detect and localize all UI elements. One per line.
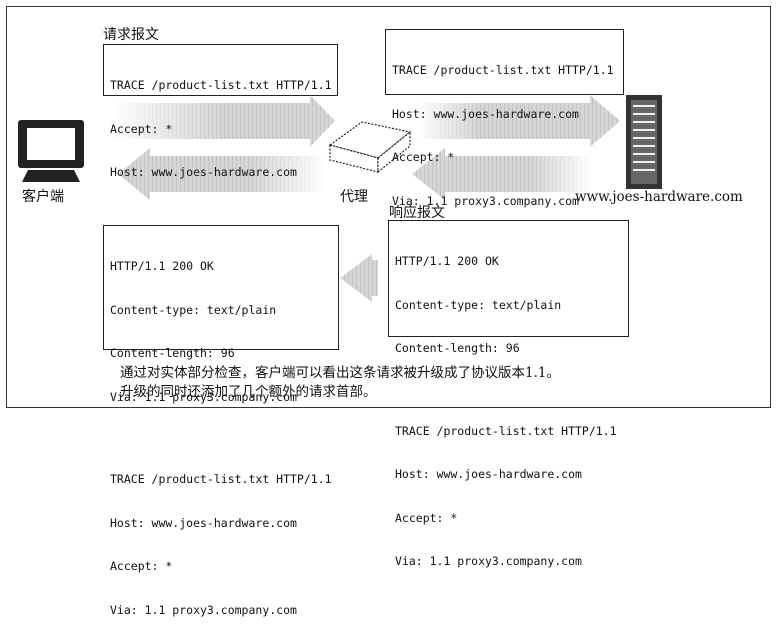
body-line: Host: www.joes-hardware.com <box>395 467 582 481</box>
header-line: Content-length: 96 <box>395 341 520 355</box>
request-line: TRACE /product-list.txt HTTP/1.1 <box>392 63 614 77</box>
body-line: TRACE /product-list.txt HTTP/1.1 <box>110 472 332 486</box>
body-line: Host: www.joes-hardware.com <box>110 515 297 530</box>
figure-caption: 通过对实体部分检查，客户端可以看出这条请求被升级成了协议版本1.1。 升级的同时… <box>120 364 560 402</box>
header-line: Host: www.joes-hardware.com <box>392 106 579 121</box>
body-line: Via: 1.1 proxy3.company.com <box>110 602 297 617</box>
server-response-box: HTTP/1.1 200 OK Content-type: text/plain… <box>388 220 629 568</box>
body-line: Accept: * <box>110 559 173 573</box>
header-line: Content-type: text/plain <box>110 302 277 317</box>
client-response-box: HTTP/1.1 200 OK Content-type: text/plain… <box>103 225 339 617</box>
response-arrow-lower <box>340 254 378 302</box>
header-line: Accept: * <box>392 150 455 164</box>
status-line: HTTP/1.1 200 OK <box>395 254 499 268</box>
server-icon <box>626 95 662 189</box>
body-line: Via: 1.1 proxy3.company.com <box>395 554 582 568</box>
client-label: 客户端 <box>22 189 64 205</box>
body-line: Accept: * <box>395 510 458 525</box>
proxy-request-box: TRACE /product-list.txt HTTP/1.1 Host: w… <box>385 29 624 208</box>
client-request-box: TRACE /product-list.txt HTTP/1.1 Accept:… <box>103 44 338 179</box>
status-line: HTTP/1.1 200 OK <box>110 259 214 273</box>
request-line: TRACE /product-list.txt HTTP/1.1 <box>110 78 332 92</box>
caption-line: 升级的同时还添加了几个额外的请求首部。 <box>120 384 377 400</box>
header-line: Content-type: text/plain <box>395 297 562 312</box>
request-label: 请求报文 <box>103 27 159 43</box>
proxy-label: 代理 <box>340 189 368 205</box>
header-line: Content-length: 96 <box>110 346 235 360</box>
header-line: Host: www.joes-hardware.com <box>110 165 297 179</box>
caption-line: 通过对实体部分检查，客户端可以看出这条请求被升级成了协议版本1.1。 <box>120 365 560 381</box>
header-line: Accept: * <box>110 121 173 136</box>
header-line: Via: 1.1 proxy3.company.com <box>392 193 579 208</box>
computer-icon <box>18 120 84 182</box>
body-line: TRACE /product-list.txt HTTP/1.1 <box>395 423 617 438</box>
